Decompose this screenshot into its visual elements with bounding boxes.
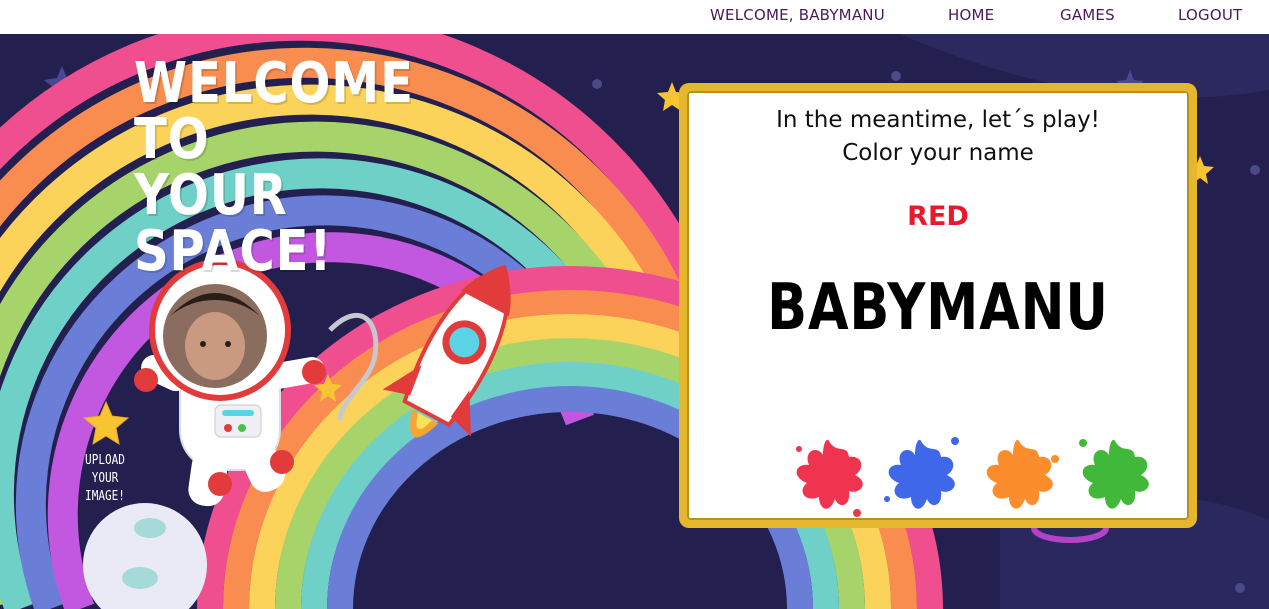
- upload-image-button[interactable]: UPLOAD YOUR IMAGE!: [70, 398, 140, 506]
- upload-star-spacer: [70, 398, 140, 452]
- star-dot: [1235, 583, 1245, 593]
- nav-welcome-user: WELCOME, BABYMANU: [710, 6, 885, 24]
- nav-link-logout[interactable]: LOGOUT: [1178, 6, 1242, 24]
- blue-paint-splat[interactable]: [877, 429, 965, 521]
- selected-color-label: RED: [907, 201, 969, 232]
- green-paint-splat[interactable]: [1071, 429, 1159, 521]
- red-paint-splat[interactable]: [785, 429, 873, 521]
- star-dot: [891, 71, 901, 81]
- upload-label-line1: UPLOAD: [85, 453, 125, 468]
- star-dot: [1250, 165, 1260, 175]
- nav-link-home[interactable]: HOME: [948, 6, 994, 24]
- top-nav-bar: WELCOME, BABYMANU HOME GAMES LOGOUT: [0, 0, 1269, 34]
- page-title-line2: YOUR SPACE!: [134, 163, 333, 284]
- orange-paint-splat[interactable]: [975, 429, 1063, 521]
- game-intro-line1: In the meantime, let´s play!: [776, 107, 1100, 133]
- page-title-line1: WELCOME TO: [134, 51, 414, 172]
- color-name-game-panel: In the meantime, let´s play! Color your …: [687, 91, 1189, 520]
- game-intro-line2: Color your name: [842, 140, 1034, 166]
- nav-link-games[interactable]: GAMES: [1060, 6, 1115, 24]
- upload-label-line2: YOUR: [91, 471, 119, 486]
- star-dot: [592, 79, 602, 89]
- page-title: WELCOME TO YOUR SPACE!: [134, 56, 478, 280]
- upload-label-line3: IMAGE!: [85, 489, 125, 504]
- moon-crater: [122, 567, 158, 589]
- moon-crater: [134, 518, 166, 538]
- player-name-display[interactable]: BABYMANU: [732, 271, 1144, 345]
